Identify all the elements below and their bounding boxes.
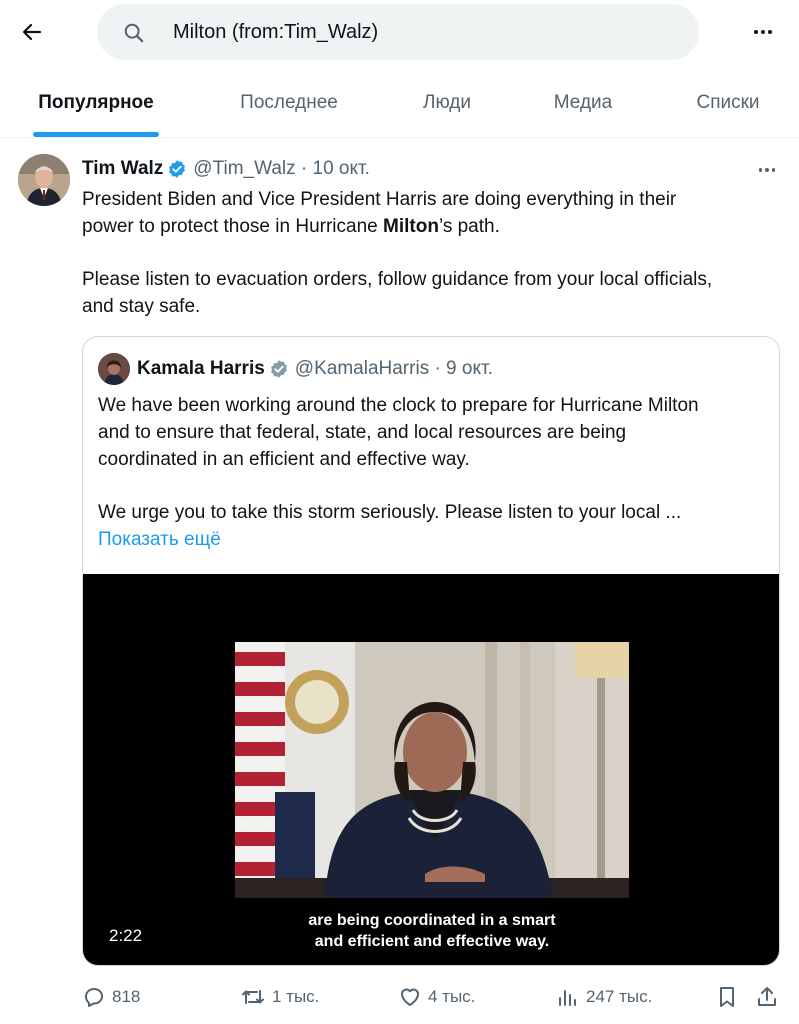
show-more-link[interactable]: Показать ещё xyxy=(98,529,221,550)
views-icon xyxy=(559,990,576,1006)
repost-button[interactable]: 1 тыс. xyxy=(240,980,319,1014)
quote-header: Kamala Harris @KamalaHarris · 9 окт. xyxy=(137,356,493,382)
tweet-text: President Biden and Vice President Harri… xyxy=(82,189,713,317)
verified-badge-icon xyxy=(270,360,287,378)
tab-people[interactable]: Люди xyxy=(405,78,489,138)
back-arrow-icon xyxy=(22,23,42,41)
like-icon xyxy=(401,988,419,1006)
quoted-tweet-card[interactable]: Kamala Harris @KamalaHarris · 9 окт. We … xyxy=(82,336,780,966)
bookmark-button[interactable] xyxy=(716,980,744,1014)
share-icon xyxy=(758,987,776,1006)
quote-handle-date: @KamalaHarris · 9 окт. xyxy=(294,358,493,379)
reply-icon xyxy=(85,988,103,1007)
tweet-more-button[interactable] xyxy=(752,160,782,180)
quote-text: We have been working around the clock to… xyxy=(98,395,699,550)
search-input[interactable] xyxy=(173,14,673,50)
author-handle-date: @Tim_Walz · 10 окт. xyxy=(193,158,370,179)
verified-badge-icon xyxy=(169,160,186,178)
video-subtitle: are being coordinated in a smart and eff… xyxy=(308,912,556,950)
active-tab-indicator xyxy=(33,132,159,137)
more-icon xyxy=(758,168,776,172)
video-player[interactable]: are being coordinated in a smart and eff… xyxy=(83,574,779,965)
share-button[interactable] xyxy=(756,980,784,1014)
views-count: 247 тыс. xyxy=(586,987,653,1006)
bookmark-icon xyxy=(720,987,734,1007)
search-tabs: Популярное Последнее Люди Медиа Списки xyxy=(0,78,799,138)
repost-count: 1 тыс. xyxy=(272,987,320,1006)
back-button[interactable] xyxy=(14,14,50,50)
views-button[interactable]: 247 тыс. xyxy=(556,980,652,1014)
tweet-header: Tim Walz @Tim_Walz · 10 окт. xyxy=(82,156,370,182)
tab-lists[interactable]: Списки xyxy=(680,78,776,138)
video-duration: 2:22 xyxy=(109,926,143,945)
repost-icon xyxy=(242,990,264,1004)
search-icon xyxy=(124,23,144,43)
tab-media[interactable]: Медиа xyxy=(538,78,628,138)
author-name[interactable]: Tim Walz xyxy=(82,158,163,180)
quote-author-name[interactable]: Kamala Harris xyxy=(137,358,265,380)
more-options-button[interactable] xyxy=(746,16,780,48)
reply-count: 818 xyxy=(112,987,141,1006)
video-frame xyxy=(235,642,629,898)
reply-button[interactable]: 818 xyxy=(82,980,140,1014)
avatar[interactable] xyxy=(98,353,130,385)
tab-popular[interactable]: Популярное xyxy=(33,78,159,138)
like-count: 4 тыс. xyxy=(428,987,476,1006)
more-icon xyxy=(754,30,772,34)
avatar[interactable] xyxy=(18,154,70,206)
tab-latest[interactable]: Последнее xyxy=(220,78,358,138)
top-bar xyxy=(0,0,799,64)
search-box[interactable] xyxy=(97,4,699,60)
like-button[interactable]: 4 тыс. xyxy=(398,980,475,1014)
tweet-actions: 818 1 тыс. 4 тыс. 247 тыс. xyxy=(0,980,799,1014)
